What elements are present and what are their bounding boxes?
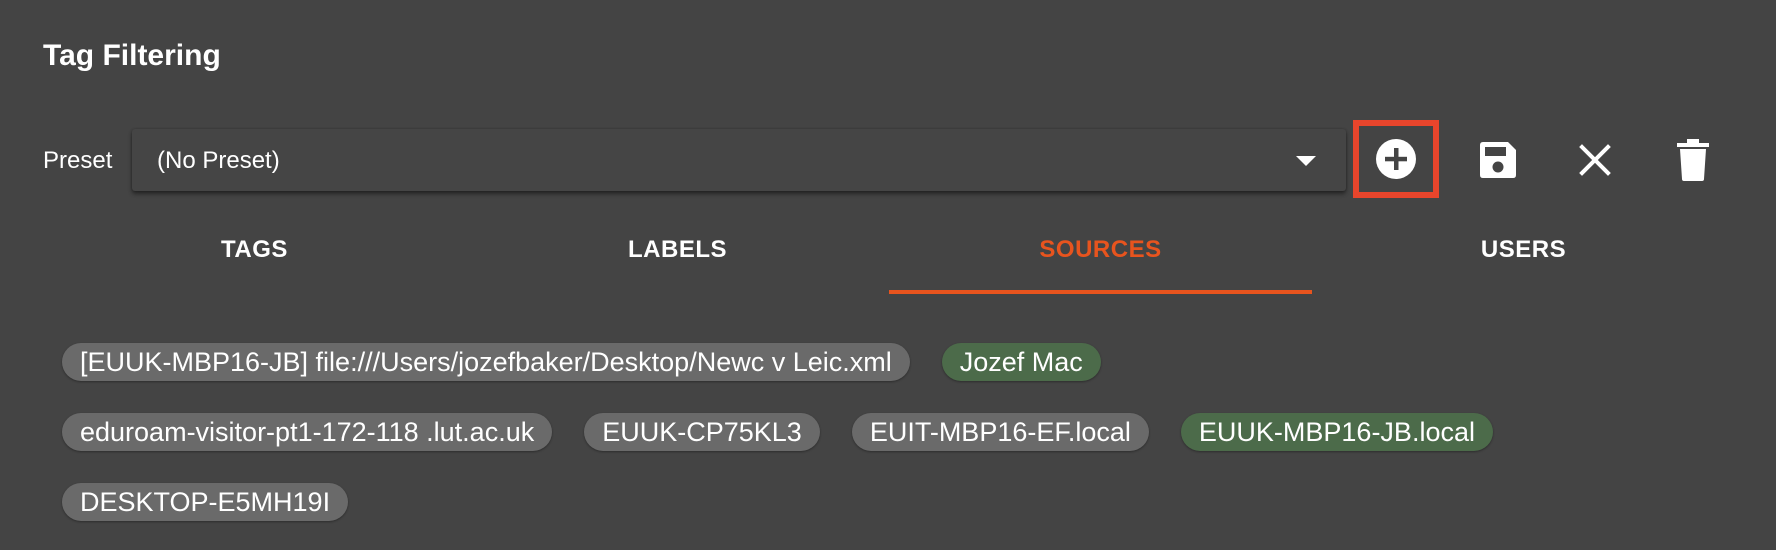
source-chip[interactable]: eduroam-visitor-pt1-172-118 .lut.ac.uk	[62, 413, 553, 451]
page-title: Tag Filtering	[43, 39, 221, 72]
source-chip[interactable]: [EUUK-MBP16-JB] file:///Users/jozefbaker…	[62, 343, 910, 381]
tab-sources[interactable]: SOURCES	[889, 222, 1312, 294]
preset-label: Preset	[43, 147, 113, 174]
chip-row: [EUUK-MBP16-JB] file:///Users/jozefbaker…	[62, 343, 1742, 381]
source-chip-list: [EUUK-MBP16-JB] file:///Users/jozefbaker…	[62, 343, 1742, 550]
floppy-disk-icon	[1480, 142, 1516, 178]
tag-filtering-panel: Tag Filtering Preset (No Preset) TAGS LA…	[0, 0, 1776, 550]
source-chip[interactable]: EUIT-MBP16-EF.local	[851, 413, 1149, 451]
source-chip-selected[interactable]: EUUK-MBP16-JB.local	[1180, 413, 1493, 451]
trash-icon	[1677, 139, 1709, 181]
preset-select[interactable]: (No Preset)	[132, 129, 1346, 191]
source-chip[interactable]: EUUK-CP75KL3	[584, 413, 820, 451]
preset-selected-value: (No Preset)	[157, 147, 280, 174]
tab-label: LABELS	[628, 236, 727, 263]
delete-preset-button[interactable]	[1659, 126, 1727, 194]
source-chip[interactable]: DESKTOP-E5MH19I	[62, 483, 349, 521]
add-circle-icon	[1376, 139, 1416, 179]
chip-row: eduroam-visitor-pt1-172-118 .lut.ac.uk E…	[62, 413, 1742, 451]
filter-tabs: TAGS LABELS SOURCES USERS	[43, 222, 1735, 294]
tab-users[interactable]: USERS	[1312, 222, 1735, 294]
chip-row: DESKTOP-E5MH19I	[62, 483, 1742, 521]
tab-tags[interactable]: TAGS	[43, 222, 466, 294]
tab-label: USERS	[1480, 236, 1567, 263]
close-icon	[1579, 144, 1611, 176]
tab-label: TAGS	[221, 236, 288, 263]
clear-preset-button[interactable]	[1561, 126, 1629, 194]
source-chip-selected[interactable]: Jozef Mac	[941, 343, 1101, 381]
save-preset-button[interactable]	[1464, 126, 1532, 194]
caret-down-icon	[1296, 156, 1316, 166]
tab-label: SOURCES	[1039, 236, 1162, 263]
tab-labels[interactable]: LABELS	[466, 222, 889, 294]
add-preset-button[interactable]	[1353, 120, 1439, 198]
